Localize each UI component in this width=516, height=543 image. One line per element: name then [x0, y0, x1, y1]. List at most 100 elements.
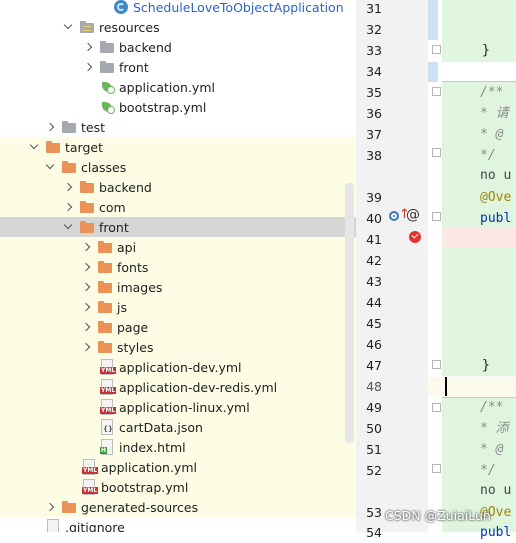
tree-item-cartdata-json[interactable]: {} cartData.json	[0, 417, 356, 437]
chevron-right-icon[interactable]	[80, 317, 92, 337]
tree-item-application-dev-redis-yml[interactable]: YML application-dev-redis.yml	[0, 377, 356, 397]
folder-icon	[99, 60, 115, 74]
chevron-right-icon[interactable]	[62, 177, 74, 197]
fold-marker[interactable]	[432, 212, 441, 221]
excluded-folder-icon	[79, 180, 95, 194]
annotation-icon[interactable]: @	[406, 208, 420, 222]
chevron-down-icon[interactable]	[62, 217, 74, 237]
project-tree: ScheduleLoveToObjectApplication resource…	[0, 0, 356, 532]
line-number: 38	[366, 148, 382, 163]
line-number: 44	[366, 295, 382, 310]
code-line: @Ove	[480, 190, 512, 205]
chevron-right-icon[interactable]	[62, 197, 74, 217]
line-number: 53	[366, 505, 382, 520]
tree-item-index-html[interactable]: H index.html	[0, 437, 356, 457]
excluded-folder-icon	[97, 320, 113, 334]
yml-file-icon: YML	[82, 459, 99, 475]
code-line: * 请	[480, 106, 509, 121]
tree-item-gitignore[interactable]: .gitignore	[0, 517, 356, 532]
tree-item-classes-application-yml[interactable]: YML application.yml	[0, 457, 356, 477]
code-line: /**	[480, 85, 504, 100]
tree-item-com[interactable]: com	[0, 197, 356, 217]
fold-marker[interactable]	[432, 87, 441, 96]
tree-item-generated-sources[interactable]: generated-sources	[0, 497, 356, 517]
change-marker[interactable]	[428, 0, 438, 40]
tree-item-bootstrap-yml[interactable]: bootstrap.yml	[0, 97, 356, 117]
chevron-right-icon[interactable]	[80, 337, 92, 357]
tree-item-classes-backend[interactable]: backend	[0, 177, 356, 197]
excluded-folder-icon	[61, 500, 77, 514]
fold-marker[interactable]	[432, 464, 441, 473]
yml-file-icon: YML	[82, 479, 99, 495]
tree-item-application-yml[interactable]: application.yml	[0, 77, 356, 97]
tree-item-label: index.html	[119, 439, 186, 455]
line-number: 35	[366, 85, 382, 100]
tree-scrollbar[interactable]	[345, 183, 354, 443]
code-line: */	[480, 148, 496, 163]
chevron-right-icon[interactable]	[44, 497, 56, 517]
tree-item-front[interactable]: front	[0, 57, 356, 77]
tree-item-resources[interactable]: resources	[0, 17, 356, 37]
tree-item-js[interactable]: js	[0, 297, 356, 317]
tree-item-label: images	[117, 279, 163, 295]
change-marker[interactable]	[428, 62, 438, 82]
fold-marker[interactable]	[432, 45, 441, 54]
tree-item-label: application.yml	[101, 459, 197, 475]
chevron-right-icon[interactable]	[80, 297, 92, 317]
tree-item-styles[interactable]: styles	[0, 337, 356, 357]
tree-item-label: resources	[99, 19, 160, 35]
tree-item-api[interactable]: api	[0, 237, 356, 257]
excluded-folder-icon	[45, 140, 61, 154]
tree-item-backend[interactable]: backend	[0, 37, 356, 57]
line-number: 48	[366, 379, 382, 394]
fold-marker[interactable]	[432, 403, 441, 412]
text-caret	[445, 377, 447, 396]
excluded-folder-icon	[97, 240, 113, 254]
chevron-down-icon[interactable]	[62, 17, 74, 37]
implements-method-icon[interactable]	[389, 211, 399, 221]
tree-item-images[interactable]: images	[0, 277, 356, 297]
tree-item-classes-bootstrap-yml[interactable]: YML bootstrap.yml	[0, 477, 356, 497]
fold-marker[interactable]	[432, 148, 441, 157]
breakpoint-icon[interactable]	[409, 231, 421, 243]
chevron-down-icon[interactable]	[44, 157, 56, 177]
tree-item-class[interactable]: ScheduleLoveToObjectApplication	[0, 0, 356, 17]
chevron-right-icon[interactable]	[80, 277, 92, 297]
tree-item-page[interactable]: page	[0, 317, 356, 337]
tree-item-application-dev-yml[interactable]: YML application-dev.yml	[0, 357, 356, 377]
tree-item-label: styles	[117, 339, 154, 355]
tree-item-label: application-linux.yml	[119, 399, 250, 415]
line-number: 39	[366, 190, 382, 205]
excluded-folder-icon	[97, 260, 113, 274]
chevron-right-icon[interactable]	[44, 117, 56, 137]
chevron-down-icon[interactable]	[28, 137, 40, 157]
code-line: * @	[480, 442, 504, 457]
code-line: publ	[480, 211, 512, 226]
override-arrow-icon[interactable]: ↑	[399, 208, 410, 222]
tree-item-test[interactable]: test	[0, 117, 356, 137]
line-number: 32	[366, 22, 382, 37]
tree-item-label: js	[117, 299, 127, 315]
chevron-right-icon[interactable]	[80, 257, 92, 277]
class-icon	[114, 0, 128, 14]
tree-item-fonts[interactable]: fonts	[0, 257, 356, 277]
code-line: }	[482, 43, 490, 58]
tree-item-application-linux-yml[interactable]: YML application-linux.yml	[0, 397, 356, 417]
tree-item-label: fonts	[117, 259, 149, 275]
fold-marker[interactable]	[432, 360, 441, 369]
tree-item-classes[interactable]: classes	[0, 157, 356, 177]
line-number: 33	[366, 43, 382, 58]
modified-line	[442, 228, 516, 248]
inlay-hint: no u	[480, 483, 512, 498]
chevron-right-icon[interactable]	[80, 237, 92, 257]
code-line: */	[480, 463, 496, 478]
tree-item-label: page	[117, 319, 149, 335]
tree-item-classes-front[interactable]: front	[0, 217, 356, 237]
line-number: 34	[366, 64, 382, 79]
line-number: 37	[366, 127, 382, 142]
line-number: 49	[366, 400, 382, 415]
tree-item-label: application-dev-redis.yml	[119, 379, 278, 395]
chevron-right-icon[interactable]	[82, 37, 94, 57]
chevron-right-icon[interactable]	[82, 57, 94, 77]
tree-item-target[interactable]: target	[0, 137, 356, 157]
